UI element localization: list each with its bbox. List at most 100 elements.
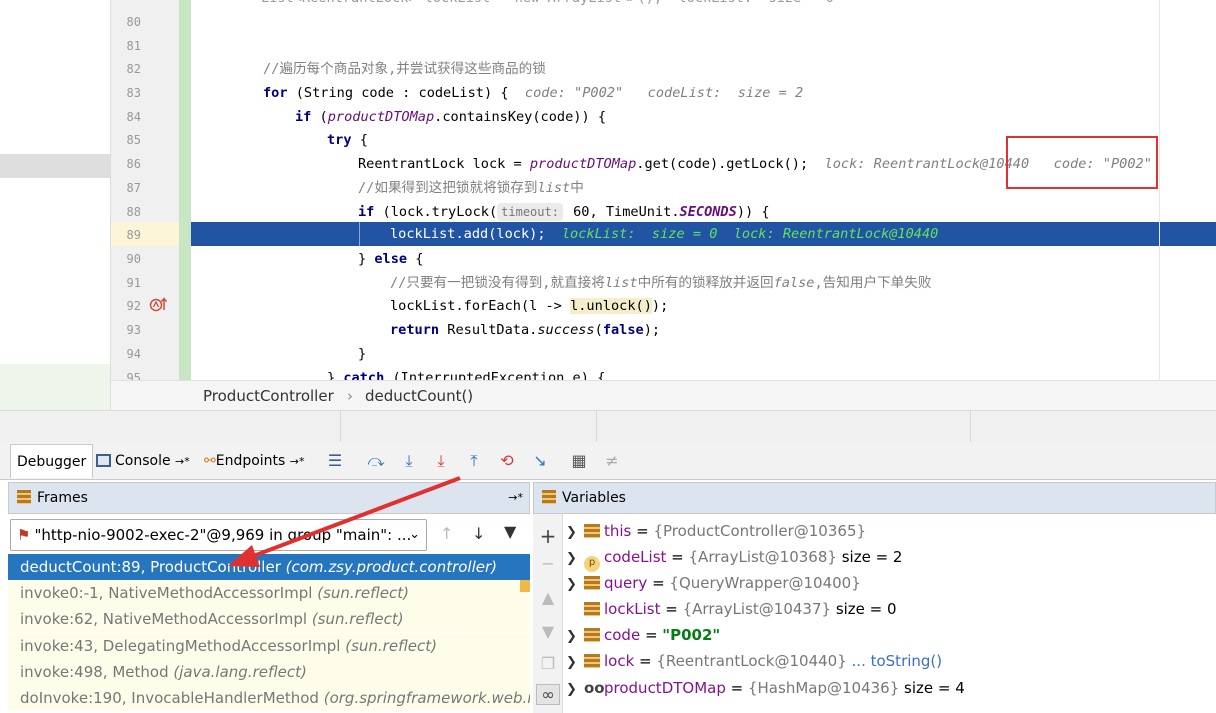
variables-icon [542, 490, 556, 504]
chevron-down-icon: ⌄ [409, 527, 420, 542]
breadcrumb-separator: › [347, 387, 353, 405]
pin-icon: →* [289, 455, 305, 468]
frame-row-selected[interactable]: deductCount:89, ProductController (com.z… [8, 554, 530, 580]
line-number: 82 [126, 62, 141, 76]
show-watches-icon[interactable]: ∞ [536, 684, 560, 705]
step-out-icon[interactable]: ⤒ [464, 451, 484, 471]
frame-package: (sun.reflect) [345, 637, 437, 655]
expand-icon[interactable]: ❯ [566, 677, 584, 703]
copy-icon[interactable]: ❐ [533, 654, 563, 673]
code: 60, TimeUnit. [564, 204, 680, 220]
to-string-link[interactable]: ... toString() [852, 652, 943, 670]
line-number: 85 [126, 133, 141, 147]
remove-watch-icon[interactable]: − [533, 554, 563, 573]
frame-package: (sun.reflect) [311, 610, 404, 628]
project-pane-highlight [0, 364, 110, 410]
run-to-cursor-icon[interactable]: ↘ [530, 451, 550, 471]
comment-italic: false [773, 275, 815, 291]
code-line-83: for (String code : codeList) { code: "P0… [263, 81, 803, 105]
expand-icon[interactable]: ❯ [566, 520, 584, 546]
indent-guide [359, 222, 360, 246]
breadcrumb-class[interactable]: ProductController [203, 381, 334, 411]
inline-debug-value: code: "P002" codeList: size = 2 [524, 85, 804, 101]
drop-frame-icon[interactable]: ⟲ [497, 451, 517, 471]
pin-icon[interactable]: →* [508, 483, 523, 513]
console-icon [96, 454, 111, 467]
endpoints-icon: ⚯ [204, 453, 216, 469]
line-number: 80 [126, 15, 141, 29]
annotation-box [1006, 136, 1158, 189]
move-down-icon[interactable]: ▼ [533, 622, 563, 641]
variable-value: {ArrayList@10368} [688, 548, 837, 566]
comment: ,告知用户下单失败 [814, 275, 932, 291]
filter-icon[interactable]: ▼ [504, 522, 516, 541]
project-pane-selection [0, 154, 110, 178]
variable-value: {ReentrantLock@10440} [656, 652, 847, 670]
code: } [358, 346, 367, 362]
frame-method: invoke:498, Method [20, 663, 169, 681]
variable-row[interactable]: ❯ p codeList = {ArrayList@10368} size = 2 [566, 544, 902, 572]
thread-icon: ⚑ [17, 526, 31, 544]
variable-row[interactable]: ❯ query = {QueryWrapper@10400} [566, 570, 861, 596]
breadcrumb-method[interactable]: deductCount() [365, 381, 473, 411]
code: ); [643, 322, 661, 338]
expand-icon[interactable]: ❯ [566, 546, 584, 572]
line-number: 83 [126, 86, 141, 100]
variable-row[interactable]: ❯ ooproductDTOMap = {HashMap@10436} size … [566, 675, 965, 701]
step-into-icon[interactable]: ⤓ [431, 451, 451, 471]
line-number: 81 [126, 39, 141, 53]
comment: //只要有一把锁没有得到,就直接将 [390, 275, 605, 291]
code-editor[interactable]: List<ReentrantLock> lockList = new Array… [191, 0, 1216, 380]
step-over-icon[interactable]: ⤓ [399, 451, 419, 471]
field-icon [584, 576, 600, 590]
arrow-down-icon[interactable]: ↓ [472, 524, 485, 543]
variable-value: {HashMap@10436} [747, 679, 900, 697]
variable-value: {QueryWrapper@10400} [669, 574, 861, 592]
scrollbar-thumb[interactable] [520, 580, 530, 592]
variable-row[interactable]: ❯ lock = {ReentrantLock@10440} ... toStri… [566, 648, 942, 674]
variable-extra: size = 0 [835, 600, 897, 618]
variable-row[interactable]: lockList = {ArrayList@10437} size = 0 [566, 596, 897, 622]
add-watch-icon[interactable]: + [533, 524, 563, 548]
line-number: 90 [126, 252, 141, 266]
show-execution-point-icon[interactable]: ⤼ [366, 451, 386, 471]
keyword: else [374, 251, 408, 267]
keyword: return [390, 322, 440, 338]
frame-row[interactable]: doInvoke:190, InvocableHandlerMethod (or… [8, 685, 530, 711]
variable-name: query [604, 574, 648, 592]
code: } [327, 370, 344, 380]
comment: //如果得到这把锁就将锁存到 [358, 180, 538, 196]
tab-debugger[interactable]: Debugger [10, 444, 94, 478]
frame-row[interactable]: invoke0:-1, NativeMethodAccessorImpl (su… [8, 580, 530, 606]
frame-row[interactable]: invoke:498, Method (java.lang.reflect) [8, 659, 530, 685]
code-line-90: } else { [358, 247, 424, 271]
tab-endpoints[interactable]: ⚯Endpoints →* [198, 444, 311, 478]
arrow-up-icon[interactable]: ↑ [440, 524, 453, 543]
code-line-89: lockList.add(lock); lockList: size = 0 l… [390, 222, 938, 246]
comment: //遍历每个商品对象,并尝试获得这些商品的锁 [263, 61, 546, 77]
frame-row[interactable]: invoke:43, DelegatingMethodAccessorImpl … [8, 633, 530, 659]
code-line-93: return ResultData.success(false); [390, 318, 660, 342]
variables-title: Variables [562, 490, 626, 506]
trace-stream-icon[interactable]: ≠ [602, 451, 622, 471]
variables-toolbar: + − ▲ ▼ ❐ ∞ [533, 514, 563, 713]
recursive-call-icon[interactable] [149, 295, 169, 313]
code: { [351, 132, 368, 148]
variable-row[interactable]: ❯ this = {ProductController@10365} [566, 518, 866, 544]
variable-name: this [604, 522, 632, 540]
evaluate-expression-icon[interactable]: ▦ [569, 451, 589, 471]
expand-icon[interactable]: ❯ [566, 572, 584, 598]
variable-row[interactable]: ❯ code = "P002" [566, 622, 720, 648]
expand-icon[interactable]: ❯ [566, 624, 584, 650]
frame-row[interactable]: invoke:62, NativeMethodAccessorImpl (sun… [8, 606, 530, 632]
divider [596, 411, 597, 443]
expand-icon[interactable]: ❯ [566, 650, 584, 676]
move-up-icon[interactable]: ▲ [533, 588, 563, 607]
execution-point-line[interactable]: lockList.add(lock); lockList: size = 0 l… [191, 222, 1216, 246]
code: (lock.tryLock( [374, 204, 498, 220]
layout-menu-icon[interactable]: ☰ [325, 451, 345, 471]
code-line-87: //如果得到这把锁就将锁存到list中 [358, 176, 584, 200]
code: ReentrantLock lock = [358, 156, 530, 172]
tab-console[interactable]: Console →* [90, 444, 196, 478]
thread-selector[interactable]: ⚑ "http-nio-9002-exec-2"@9,969 in group "… [10, 519, 427, 551]
